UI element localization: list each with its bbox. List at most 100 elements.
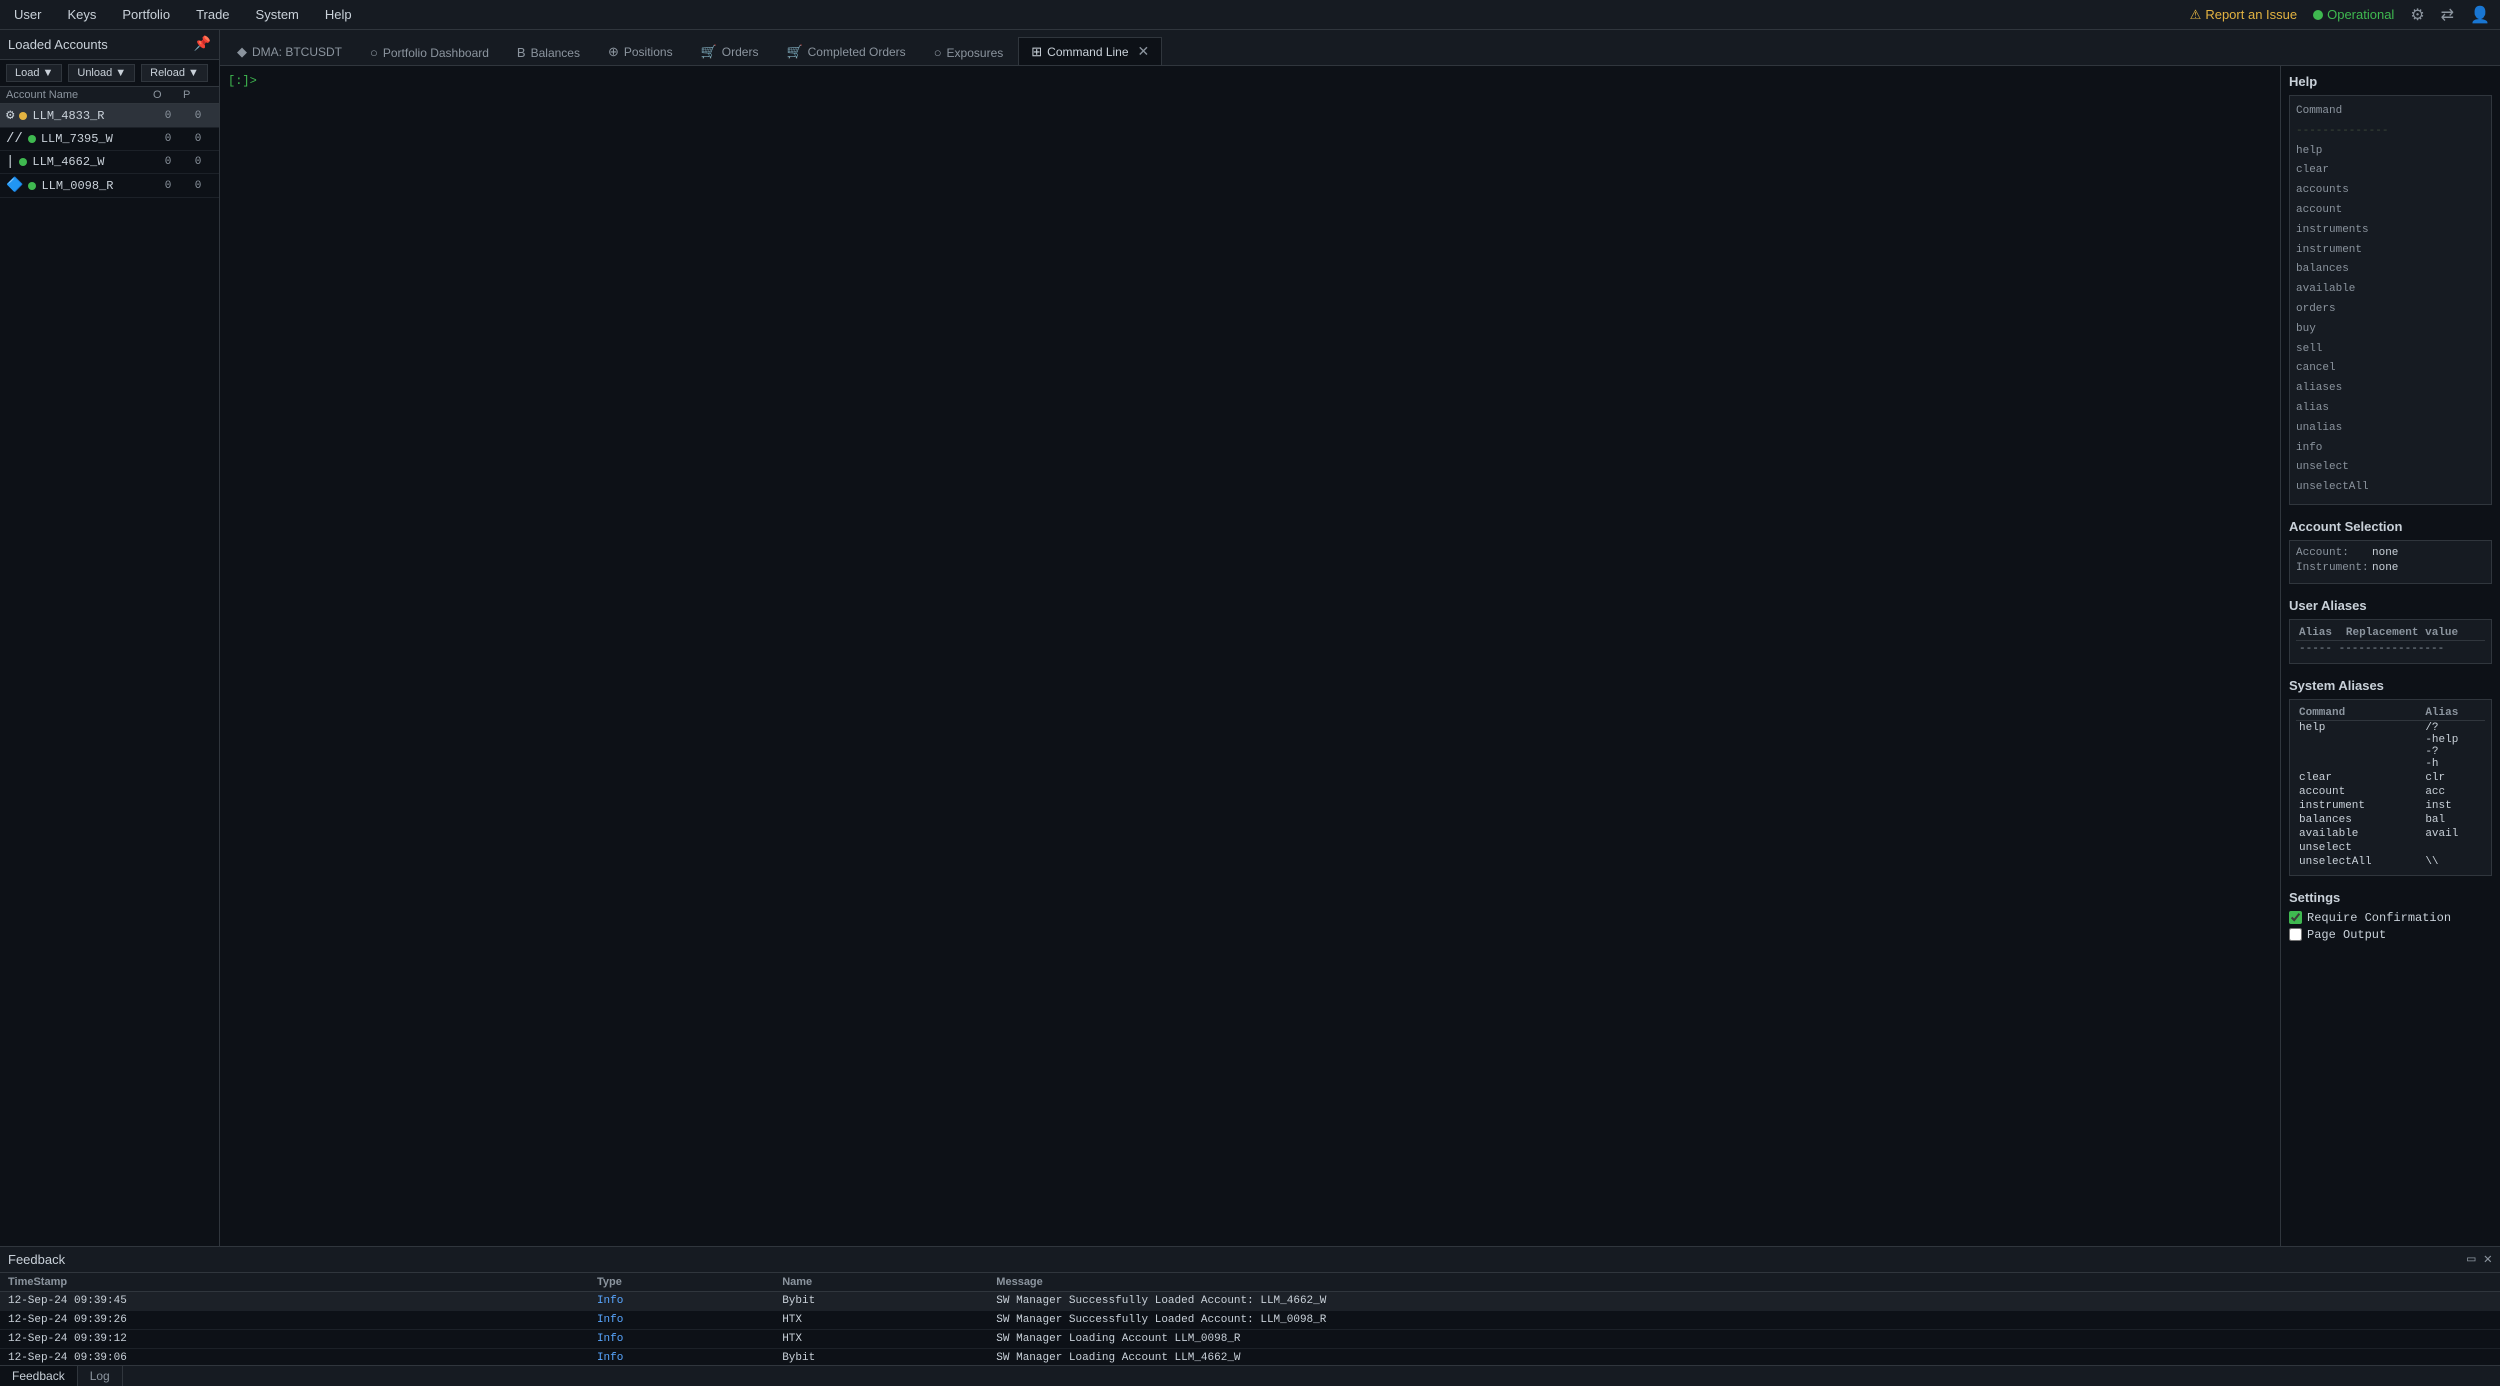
feedback-type: Info bbox=[589, 1349, 774, 1366]
cmd-item[interactable]: Command bbox=[2296, 102, 2485, 122]
instrument-value: none bbox=[2372, 562, 2398, 574]
settings-title: Settings bbox=[2289, 890, 2492, 905]
account-list-header: Account Name O P bbox=[0, 87, 219, 104]
tab-completed[interactable]: 🛒 Completed Orders bbox=[773, 38, 918, 65]
feedback-row[interactable]: 12-Sep-24 09:39:06InfoBybitSW Manager Lo… bbox=[0, 1349, 2500, 1366]
tab-balances[interactable]: B Balances bbox=[504, 39, 593, 65]
cmd-item[interactable]: unalias bbox=[2296, 419, 2485, 439]
account-id: LLM_0098_R bbox=[41, 179, 113, 193]
gear-icon[interactable]: ⚙ bbox=[2410, 5, 2424, 25]
account-name-cell: // LLM_7395_W bbox=[6, 131, 153, 147]
load-button[interactable]: Load ▼ bbox=[6, 64, 62, 82]
cmd-item[interactable]: available bbox=[2296, 280, 2485, 300]
tab-positions[interactable]: ⊕ Positions bbox=[595, 38, 686, 65]
cmd-item[interactable]: balances bbox=[2296, 260, 2485, 280]
tab-icon-exposures: ○ bbox=[934, 45, 942, 60]
account-row[interactable]: | LLM_4662_W 0 0 bbox=[0, 151, 219, 174]
tab-orders[interactable]: 🛒 Orders bbox=[688, 38, 772, 65]
instrument-row: Instrument: none bbox=[2296, 562, 2485, 574]
sys-alias-col-header: Command bbox=[2296, 706, 2422, 721]
help-section: Help Command--------------helpclearaccou… bbox=[2289, 74, 2492, 505]
sys-alias-row: help/?-help-?-h bbox=[2296, 720, 2485, 771]
tab-portfolio[interactable]: ○ Portfolio Dashboard bbox=[357, 39, 502, 65]
cmd-terminal[interactable]: [:]> bbox=[220, 66, 2280, 1246]
feedback-row[interactable]: 12-Sep-24 09:39:45InfoBybitSW Manager Su… bbox=[0, 1292, 2500, 1311]
account-type-icon: 🔷 bbox=[6, 177, 23, 194]
replacement-col-header: Replacement value bbox=[2343, 626, 2485, 641]
sys-alias-command: unselectAll bbox=[2296, 855, 2422, 869]
cmd-item[interactable]: orders bbox=[2296, 300, 2485, 320]
reload-button[interactable]: Reload ▼ bbox=[141, 64, 208, 82]
cmd-item[interactable]: accounts bbox=[2296, 181, 2485, 201]
operational-status: Operational bbox=[2313, 7, 2394, 22]
sys-alias-value: clr bbox=[2422, 771, 2485, 785]
report-issue[interactable]: ⚠ Report an Issue bbox=[2190, 7, 2297, 23]
tab-label-dma: DMA: BTCUSDT bbox=[252, 45, 342, 59]
user-aliases-box: Alias Replacement value ----- ----------… bbox=[2289, 619, 2492, 664]
cmd-item[interactable]: help bbox=[2296, 142, 2485, 162]
account-id: LLM_4833_R bbox=[32, 109, 104, 123]
require-confirmation-checkbox[interactable] bbox=[2289, 911, 2302, 924]
cmd-item[interactable]: cancel bbox=[2296, 359, 2485, 379]
tab-exposures[interactable]: ○ Exposures bbox=[921, 39, 1017, 65]
alias-separator: ----- ---------------- bbox=[2296, 641, 2485, 657]
menu-help[interactable]: Help bbox=[321, 5, 356, 24]
content-area: ◆ DMA: BTCUSDT○ Portfolio DashboardB Bal… bbox=[220, 30, 2500, 1246]
menu-system[interactable]: System bbox=[252, 5, 303, 24]
feedback-row[interactable]: 12-Sep-24 09:39:26InfoHTXSW Manager Succ… bbox=[0, 1311, 2500, 1330]
menu-user[interactable]: User bbox=[10, 5, 45, 24]
account-row[interactable]: ⚙ LLM_4833_R 0 0 bbox=[0, 104, 219, 128]
tab-label-exposures: Exposures bbox=[947, 46, 1004, 60]
system-aliases-title: System Aliases bbox=[2289, 678, 2492, 693]
feedback-col-message: Message bbox=[988, 1273, 2500, 1292]
tab-cmdline[interactable]: ⊞ Command Line✕ bbox=[1018, 37, 1162, 65]
cmd-item[interactable]: -------------- bbox=[2296, 122, 2485, 142]
cmd-item[interactable]: unselect bbox=[2296, 458, 2485, 478]
pin-icon[interactable]: 📌 bbox=[194, 36, 211, 53]
cmd-item[interactable]: alias bbox=[2296, 399, 2485, 419]
cmd-list: Command--------------helpclearaccountsac… bbox=[2296, 102, 2485, 498]
cmd-item[interactable]: unselectAll bbox=[2296, 478, 2485, 498]
feedback-timestamp: 12-Sep-24 09:39:26 bbox=[0, 1311, 589, 1330]
cmd-item[interactable]: instrument bbox=[2296, 241, 2485, 261]
tab-close-cmdline[interactable]: ✕ bbox=[1138, 43, 1150, 60]
menu-portfolio[interactable]: Portfolio bbox=[118, 5, 174, 24]
feedback-timestamp: 12-Sep-24 09:39:06 bbox=[0, 1349, 589, 1366]
user-aliases-title: User Aliases bbox=[2289, 598, 2492, 613]
tab-icon-cmdline: ⊞ bbox=[1031, 44, 1042, 60]
cmd-item[interactable]: aliases bbox=[2296, 379, 2485, 399]
cmd-item[interactable]: instruments bbox=[2296, 221, 2485, 241]
menu-trade[interactable]: Trade bbox=[192, 5, 233, 24]
feedback-name: HTX bbox=[774, 1311, 988, 1330]
warning-icon: ⚠ bbox=[2190, 7, 2202, 23]
require-confirmation-row: Require Confirmation bbox=[2289, 911, 2492, 925]
tab-dma[interactable]: ◆ DMA: BTCUSDT bbox=[224, 38, 355, 65]
unload-button[interactable]: Unload ▼ bbox=[68, 64, 135, 82]
account-row[interactable]: 🔷 LLM_0098_R 0 0 bbox=[0, 174, 219, 198]
user-icon[interactable]: 👤 bbox=[2470, 5, 2490, 25]
cmd-item[interactable]: account bbox=[2296, 201, 2485, 221]
account-selection-section: Account Selection Account: none Instrume… bbox=[2289, 519, 2492, 584]
cmd-item[interactable]: clear bbox=[2296, 161, 2485, 181]
page-output-checkbox[interactable] bbox=[2289, 928, 2302, 941]
cmd-item[interactable]: info bbox=[2296, 439, 2485, 459]
tab-label-orders: Orders bbox=[722, 45, 759, 59]
feedback-type: Info bbox=[589, 1330, 774, 1349]
feedback-row[interactable]: 12-Sep-24 09:39:12InfoHTXSW Manager Load… bbox=[0, 1330, 2500, 1349]
feedback-tab-feedback[interactable]: Feedback bbox=[0, 1366, 78, 1386]
cmd-item[interactable]: buy bbox=[2296, 320, 2485, 340]
feedback-tab-log[interactable]: Log bbox=[78, 1366, 123, 1386]
sys-alias-command: help bbox=[2296, 720, 2422, 771]
minimize-icon[interactable]: ▭ bbox=[2467, 1251, 2475, 1268]
feedback-name: Bybit bbox=[774, 1292, 988, 1311]
page-output-row: Page Output bbox=[2289, 928, 2492, 942]
cmd-item[interactable]: sell bbox=[2296, 340, 2485, 360]
feedback-name: HTX bbox=[774, 1330, 988, 1349]
feedback-timestamp: 12-Sep-24 09:39:12 bbox=[0, 1330, 589, 1349]
account-row[interactable]: // LLM_7395_W 0 0 bbox=[0, 128, 219, 151]
sys-alias-command: unselect bbox=[2296, 841, 2422, 855]
close-icon[interactable]: ✕ bbox=[2484, 1251, 2492, 1268]
sys-alias-command: balances bbox=[2296, 813, 2422, 827]
menu-keys[interactable]: Keys bbox=[63, 5, 100, 24]
network-icon[interactable]: ⇄ bbox=[2441, 5, 2454, 25]
